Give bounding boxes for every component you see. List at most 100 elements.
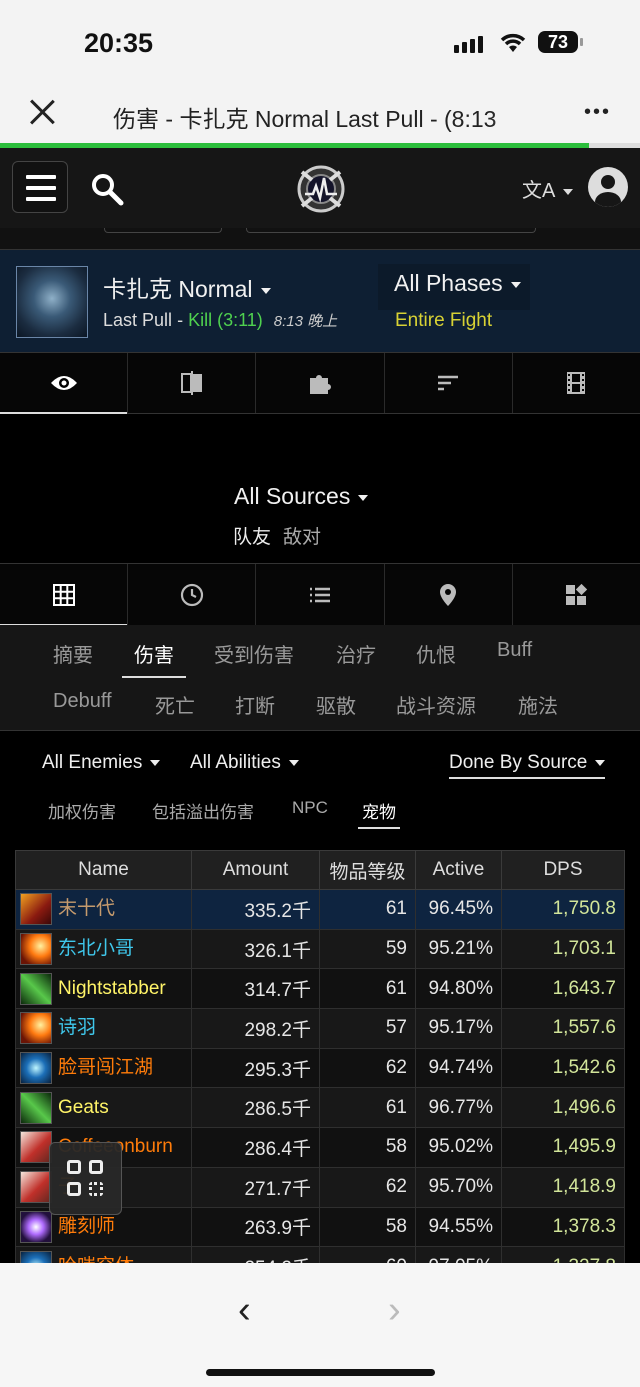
table-row[interactable]: 脸哥闯江湖 295.3千 62 94.74% 1,542.6 <box>15 1047 625 1089</box>
cell-active: 96.45% <box>415 889 502 930</box>
table-header: Name Amount 物品等级 Active DPS <box>15 850 625 890</box>
cell-ilvl: 61 <box>319 889 416 930</box>
option-npc[interactable]: NPC <box>292 798 328 818</box>
signal-icon <box>454 36 483 53</box>
abilities-select[interactable]: All Abilities <box>190 752 299 774</box>
site-logo-icon[interactable] <box>296 164 346 214</box>
category-damage[interactable]: 伤害 <box>122 639 186 678</box>
pull-label: Last Pull <box>103 310 173 330</box>
cell-active: 94.80% <box>415 968 502 1010</box>
cell-active: 95.21% <box>415 928 502 970</box>
table-row[interactable]: 东北小哥 326.1千 59 95.21% 1,703.1 <box>15 928 625 970</box>
table-row[interactable]: Nightstabber 314.7千 61 94.80% 1,643.7 <box>15 968 625 1010</box>
chevron-down-icon <box>510 281 521 288</box>
back-icon[interactable]: ‹ <box>238 1289 251 1332</box>
eye-icon <box>50 376 77 390</box>
menu-button[interactable] <box>12 161 68 213</box>
col-ilvl[interactable]: 物品等级 <box>319 850 416 890</box>
cell-name[interactable]: 脸哥闯江湖 <box>15 1047 192 1089</box>
category-summary[interactable]: 摘要 <box>53 639 93 668</box>
cell-amount: 314.7千 <box>191 968 320 1010</box>
category-damage-taken[interactable]: 受到伤害 <box>214 639 294 668</box>
tab-sort[interactable] <box>385 353 513 413</box>
fight-range[interactable]: Entire Fight <box>395 310 492 332</box>
sort-icon <box>438 375 459 391</box>
table-row[interactable]: 诗羽 298.2千 57 95.17% 1,557.6 <box>15 1008 625 1049</box>
cell-active: 94.55% <box>415 1206 502 1248</box>
cell-name[interactable]: 诗羽 <box>15 1008 192 1049</box>
option-weighted-damage[interactable]: 加权伤害 <box>48 798 116 823</box>
cell-ilvl: 62 <box>319 1166 416 1208</box>
table-row[interactable]: 哈嗤突体 254.2千6097.05%1,327.8 <box>15 1246 625 1263</box>
forward-icon[interactable]: › <box>388 1289 401 1332</box>
player-name[interactable]: 雕刻师 <box>58 1216 115 1237</box>
category-dispels[interactable]: 驱散 <box>316 690 356 719</box>
sources-select[interactable]: All Sources <box>234 483 369 510</box>
category-resources[interactable]: 战斗资源 <box>396 690 476 719</box>
tab-view[interactable] <box>0 353 129 414</box>
tab-widgets[interactable] <box>513 564 640 625</box>
category-casts[interactable]: 施法 <box>518 690 558 719</box>
tab-replay[interactable] <box>385 564 513 625</box>
boss-select[interactable]: 卡扎克 Normal <box>103 270 271 304</box>
friendly-toggle[interactable]: 队友 <box>233 527 271 548</box>
cell-ilvl: 58 <box>319 1206 416 1248</box>
player-name[interactable]: Geats <box>58 1097 109 1118</box>
cell-amount: 298.2千 <box>191 1008 320 1049</box>
player-name[interactable]: 诗羽 <box>58 1017 96 1038</box>
home-indicator[interactable] <box>206 1369 435 1376</box>
cell-name[interactable]: Geats <box>15 1087 192 1129</box>
pull-info: Last Pull - Kill (3:11) 8:13 晚上 <box>103 310 337 331</box>
tab-film[interactable] <box>513 353 640 413</box>
qr-code-icon[interactable] <box>49 1142 122 1215</box>
player-name[interactable]: Nightstabber <box>58 978 166 999</box>
category-buffs[interactable]: Buff <box>497 639 532 662</box>
list-icon <box>310 587 330 602</box>
col-active[interactable]: Active <box>415 850 502 890</box>
compare-icon <box>180 371 202 395</box>
chevron-down-icon <box>595 759 606 766</box>
more-icon[interactable]: ••• <box>584 102 611 122</box>
category-deaths[interactable]: 死亡 <box>155 690 195 719</box>
tab-table[interactable] <box>0 564 129 626</box>
tab-addons[interactable] <box>256 353 385 413</box>
browser-footer: ‹ › <box>0 1263 640 1387</box>
option-include-overkill[interactable]: 包括溢出伤害 <box>152 798 254 823</box>
cell-name[interactable]: 末十代 <box>15 889 192 930</box>
enemies-select[interactable]: All Enemies <box>42 752 161 774</box>
tab-timeline[interactable] <box>128 564 257 625</box>
category-interrupts[interactable]: 打断 <box>235 690 275 719</box>
player-name[interactable]: 脸哥闯江湖 <box>58 1057 153 1078</box>
cell-dps: 1,496.6 <box>501 1087 625 1129</box>
cell-amount: 271.7千 <box>191 1166 320 1208</box>
table-row[interactable]: Geats 286.5千 61 96.77% 1,496.6 <box>15 1087 625 1129</box>
category-healing[interactable]: 治疗 <box>336 639 376 668</box>
cell-name[interactable]: 东北小哥 <box>15 928 192 970</box>
tab-events[interactable] <box>256 564 385 625</box>
chevron-down-icon <box>288 759 299 766</box>
close-icon[interactable] <box>26 96 58 128</box>
option-pets[interactable]: 宠物 <box>358 798 400 829</box>
category-threat[interactable]: 仇恨 <box>416 639 456 668</box>
player-name[interactable]: 末十代 <box>58 898 115 919</box>
cell-name[interactable]: Nightstabber <box>15 968 192 1010</box>
cell-name[interactable]: 哈嗤突体 <box>15 1246 192 1263</box>
col-name[interactable]: Name <box>15 850 192 890</box>
player-name[interactable]: 东北小哥 <box>58 938 134 959</box>
col-dps[interactable]: DPS <box>501 850 625 890</box>
hostile-toggle[interactable]: 敌对 <box>283 527 321 548</box>
cell-amount: 254.2千 <box>191 1246 320 1263</box>
table-row[interactable]: 末十代 335.2千 61 96.45% 1,750.8 <box>15 889 625 930</box>
phase-select[interactable]: All Phases <box>394 270 521 297</box>
cell-amount: 335.2千 <box>191 889 320 930</box>
user-avatar-icon[interactable] <box>588 167 628 207</box>
player-name[interactable]: 哈嗤突体 <box>58 1256 134 1263</box>
tab-compare[interactable] <box>128 353 257 413</box>
col-amount[interactable]: Amount <box>191 850 320 890</box>
translate-icon[interactable]: 文A <box>522 174 574 203</box>
search-icon[interactable] <box>90 172 124 206</box>
category-debuffs[interactable]: Debuff <box>53 690 112 713</box>
mode-select[interactable]: Done By Source <box>449 752 606 779</box>
cell-ilvl: 61 <box>319 968 416 1010</box>
cell-dps: 1,327.8 <box>501 1246 625 1263</box>
